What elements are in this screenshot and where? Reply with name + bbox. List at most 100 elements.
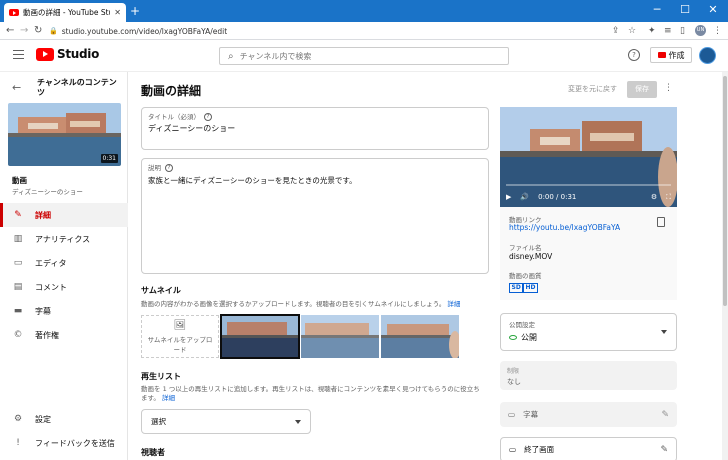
sidebar-item-analytics[interactable]: ▥ アナリティクス <box>0 227 128 251</box>
sidebar-video-thumbnail[interactable]: 0:31 <box>8 103 121 166</box>
chevron-down-icon <box>661 330 667 334</box>
end-screen-icon: ▭ <box>509 445 517 454</box>
sidebar-item-subtitles[interactable]: ▬ 字幕 <box>0 299 128 323</box>
restrictions-field <box>500 361 677 390</box>
video-link[interactable]: https://youtu.be/lxagYOBFaYA <box>509 223 620 232</box>
back-arrow-icon[interactable]: ← <box>6 24 14 37</box>
studio-logo[interactable]: Studio <box>36 47 99 61</box>
restrictions-label: 制限 <box>507 368 520 375</box>
page-scrollbar[interactable] <box>722 72 728 460</box>
restrictions-value: なし <box>507 378 521 386</box>
sidebar-item-details[interactable]: ✎ 詳細 <box>0 203 128 227</box>
sidebar-item-label: コメント <box>35 282 67 292</box>
help-icon[interactable]: ? <box>204 113 212 121</box>
browser-menu-icon[interactable]: ⋮ <box>713 25 722 37</box>
minimize-window-button[interactable]: ─ <box>646 4 668 16</box>
play-icon[interactable]: ▶ <box>506 193 511 201</box>
close-tab-icon[interactable]: ✕ <box>114 8 121 17</box>
hamburger-menu-icon[interactable] <box>13 50 24 59</box>
create-button[interactable]: 作成 <box>650 47 692 63</box>
copyright-icon: © <box>13 330 23 340</box>
pencil-icon: ✎ <box>660 444 668 455</box>
thumbnail-description: 動画の内容がわかる画像を選択するかアップロードします。視聴者の目を引くサムネイル… <box>141 300 461 308</box>
reload-icon[interactable]: ↻ <box>34 24 42 37</box>
sidebar-item-label: アナリティクス <box>35 234 91 244</box>
title-field[interactable]: タイトル（必須）? ディズニーシーのショー <box>141 107 489 150</box>
volume-icon[interactable]: 🔊 <box>520 193 529 201</box>
filename-label: ファイル名 <box>509 244 542 252</box>
end-screen-label: 終了画面 <box>524 445 555 454</box>
playlist-description: 動画を 1 つ以上の再生リストに追加します。再生リストは、視聴者にコンテンツを素… <box>141 385 480 402</box>
sidepanel-icon[interactable]: ▯ <box>680 25 685 37</box>
maximize-window-button[interactable]: ☐ <box>674 4 696 16</box>
playlist-select-value: 選択 <box>151 417 166 426</box>
title-value: ディズニーシーのショー <box>148 124 236 133</box>
video-controls: ▶ 🔊 0:00 / 0:31 ⚙ ⛶ <box>500 187 677 207</box>
video-time: 0:00 / 0:31 <box>538 193 577 201</box>
bookmark-star-icon[interactable]: ☆ <box>628 25 636 37</box>
thumbnail-help-link[interactable]: 詳細 <box>447 300 460 308</box>
share-icon[interactable]: ⇪ <box>612 25 620 37</box>
pencil-icon: ✎ <box>661 409 669 420</box>
thumbnail-option-3[interactable] <box>381 315 459 358</box>
subtitles-icon: ▭ <box>508 410 516 419</box>
close-window-button[interactable]: ✕ <box>702 4 724 16</box>
help-icon[interactable]: ? <box>165 164 173 172</box>
playlist-select[interactable]: 選択 <box>141 409 311 434</box>
lock-icon: 🔒 <box>49 27 58 35</box>
sidebar-item-settings[interactable]: ⚙ 設定 <box>0 407 128 431</box>
quality-hd-badge: HD <box>523 283 539 293</box>
sidebar-video-label: 動画 <box>12 176 27 185</box>
description-field[interactable]: 説明? 家族と一緒にディズニーシーのショーを見たときの光景です。 <box>141 158 489 274</box>
url-field[interactable]: 🔒 studio.youtube.com/video/lxagYOBFaYA/e… <box>49 24 629 38</box>
thumbnail-option-2[interactable] <box>301 315 379 358</box>
media-icon[interactable]: ≡ <box>664 25 672 37</box>
settings-gear-icon[interactable]: ⚙ <box>651 193 657 201</box>
extensions-icon[interactable]: ✦ <box>648 25 656 37</box>
sidebar-item-copyright[interactable]: © 著作権 <box>0 323 128 347</box>
sidebar-item-label: 著作権 <box>35 330 59 340</box>
sidebar-item-label: 詳細 <box>35 210 51 220</box>
thumbnail-option-1[interactable] <box>220 314 300 359</box>
filename-value: disney.MOV <box>509 252 553 261</box>
new-tab-button[interactable]: + <box>130 5 140 17</box>
browser-profile-avatar[interactable]: UN <box>695 25 706 36</box>
sidebar-item-feedback[interactable]: ! フィードバックを送信 <box>0 431 128 455</box>
audience-heading: 視聴者 <box>141 448 165 457</box>
end-screen-button[interactable]: ▭ 終了画面 ✎ <box>500 437 677 460</box>
sidebar-item-comments[interactable]: ▤ コメント <box>0 275 128 299</box>
upload-thumbnail-button[interactable]: 🖼 サムネイルをアップロード <box>141 315 219 358</box>
forward-arrow-icon[interactable]: → <box>20 24 28 37</box>
feedback-icon: ! <box>16 438 20 448</box>
more-options-icon[interactable]: ⋮ <box>664 83 673 93</box>
eye-icon <box>509 335 517 340</box>
tab-title: 動画の詳細 - YouTube Studio <box>23 8 110 17</box>
account-avatar[interactable] <box>699 47 716 64</box>
youtube-logo-icon <box>36 47 54 61</box>
comment-icon: ▤ <box>13 282 23 292</box>
chevron-down-icon <box>295 419 301 424</box>
channel-content-link[interactable]: チャンネルのコンテンツ <box>37 78 121 98</box>
sidebar-item-label: 設定 <box>35 414 51 424</box>
browser-tab[interactable]: 動画の詳細 - YouTube Studio ✕ <box>4 3 126 22</box>
search-icon: ⌕ <box>228 50 234 62</box>
page-title: 動画の詳細 <box>141 84 202 98</box>
fullscreen-icon[interactable]: ⛶ <box>666 193 671 202</box>
pencil-icon: ✎ <box>14 210 22 220</box>
description-value: 家族と一緒にディズニーシーのショーを見たときの光景です。 <box>148 176 357 185</box>
subtitles-label: 字幕 <box>523 410 539 419</box>
playlist-help-link[interactable]: 詳細 <box>162 394 175 402</box>
subtitles-button[interactable]: ▭ 字幕 ✎ <box>500 402 677 427</box>
search-input[interactable]: ⌕ チャンネル内で検索 <box>219 47 509 65</box>
undo-changes-button[interactable]: 変更を元に戻す <box>568 84 617 94</box>
analytics-icon: ▥ <box>13 234 23 244</box>
video-progress-bar[interactable] <box>506 184 671 186</box>
sidebar-item-editor[interactable]: ▭ エディタ <box>0 251 128 275</box>
youtube-favicon-icon <box>9 9 19 16</box>
save-button[interactable]: 保存 <box>627 81 657 98</box>
visibility-value: 公開 <box>509 332 537 343</box>
back-arrow-icon[interactable]: ← <box>12 81 21 94</box>
help-icon[interactable]: ? <box>628 49 640 61</box>
url-text: studio.youtube.com/video/lxagYOBFaYA/edi… <box>61 26 228 36</box>
copy-icon[interactable] <box>657 217 665 227</box>
